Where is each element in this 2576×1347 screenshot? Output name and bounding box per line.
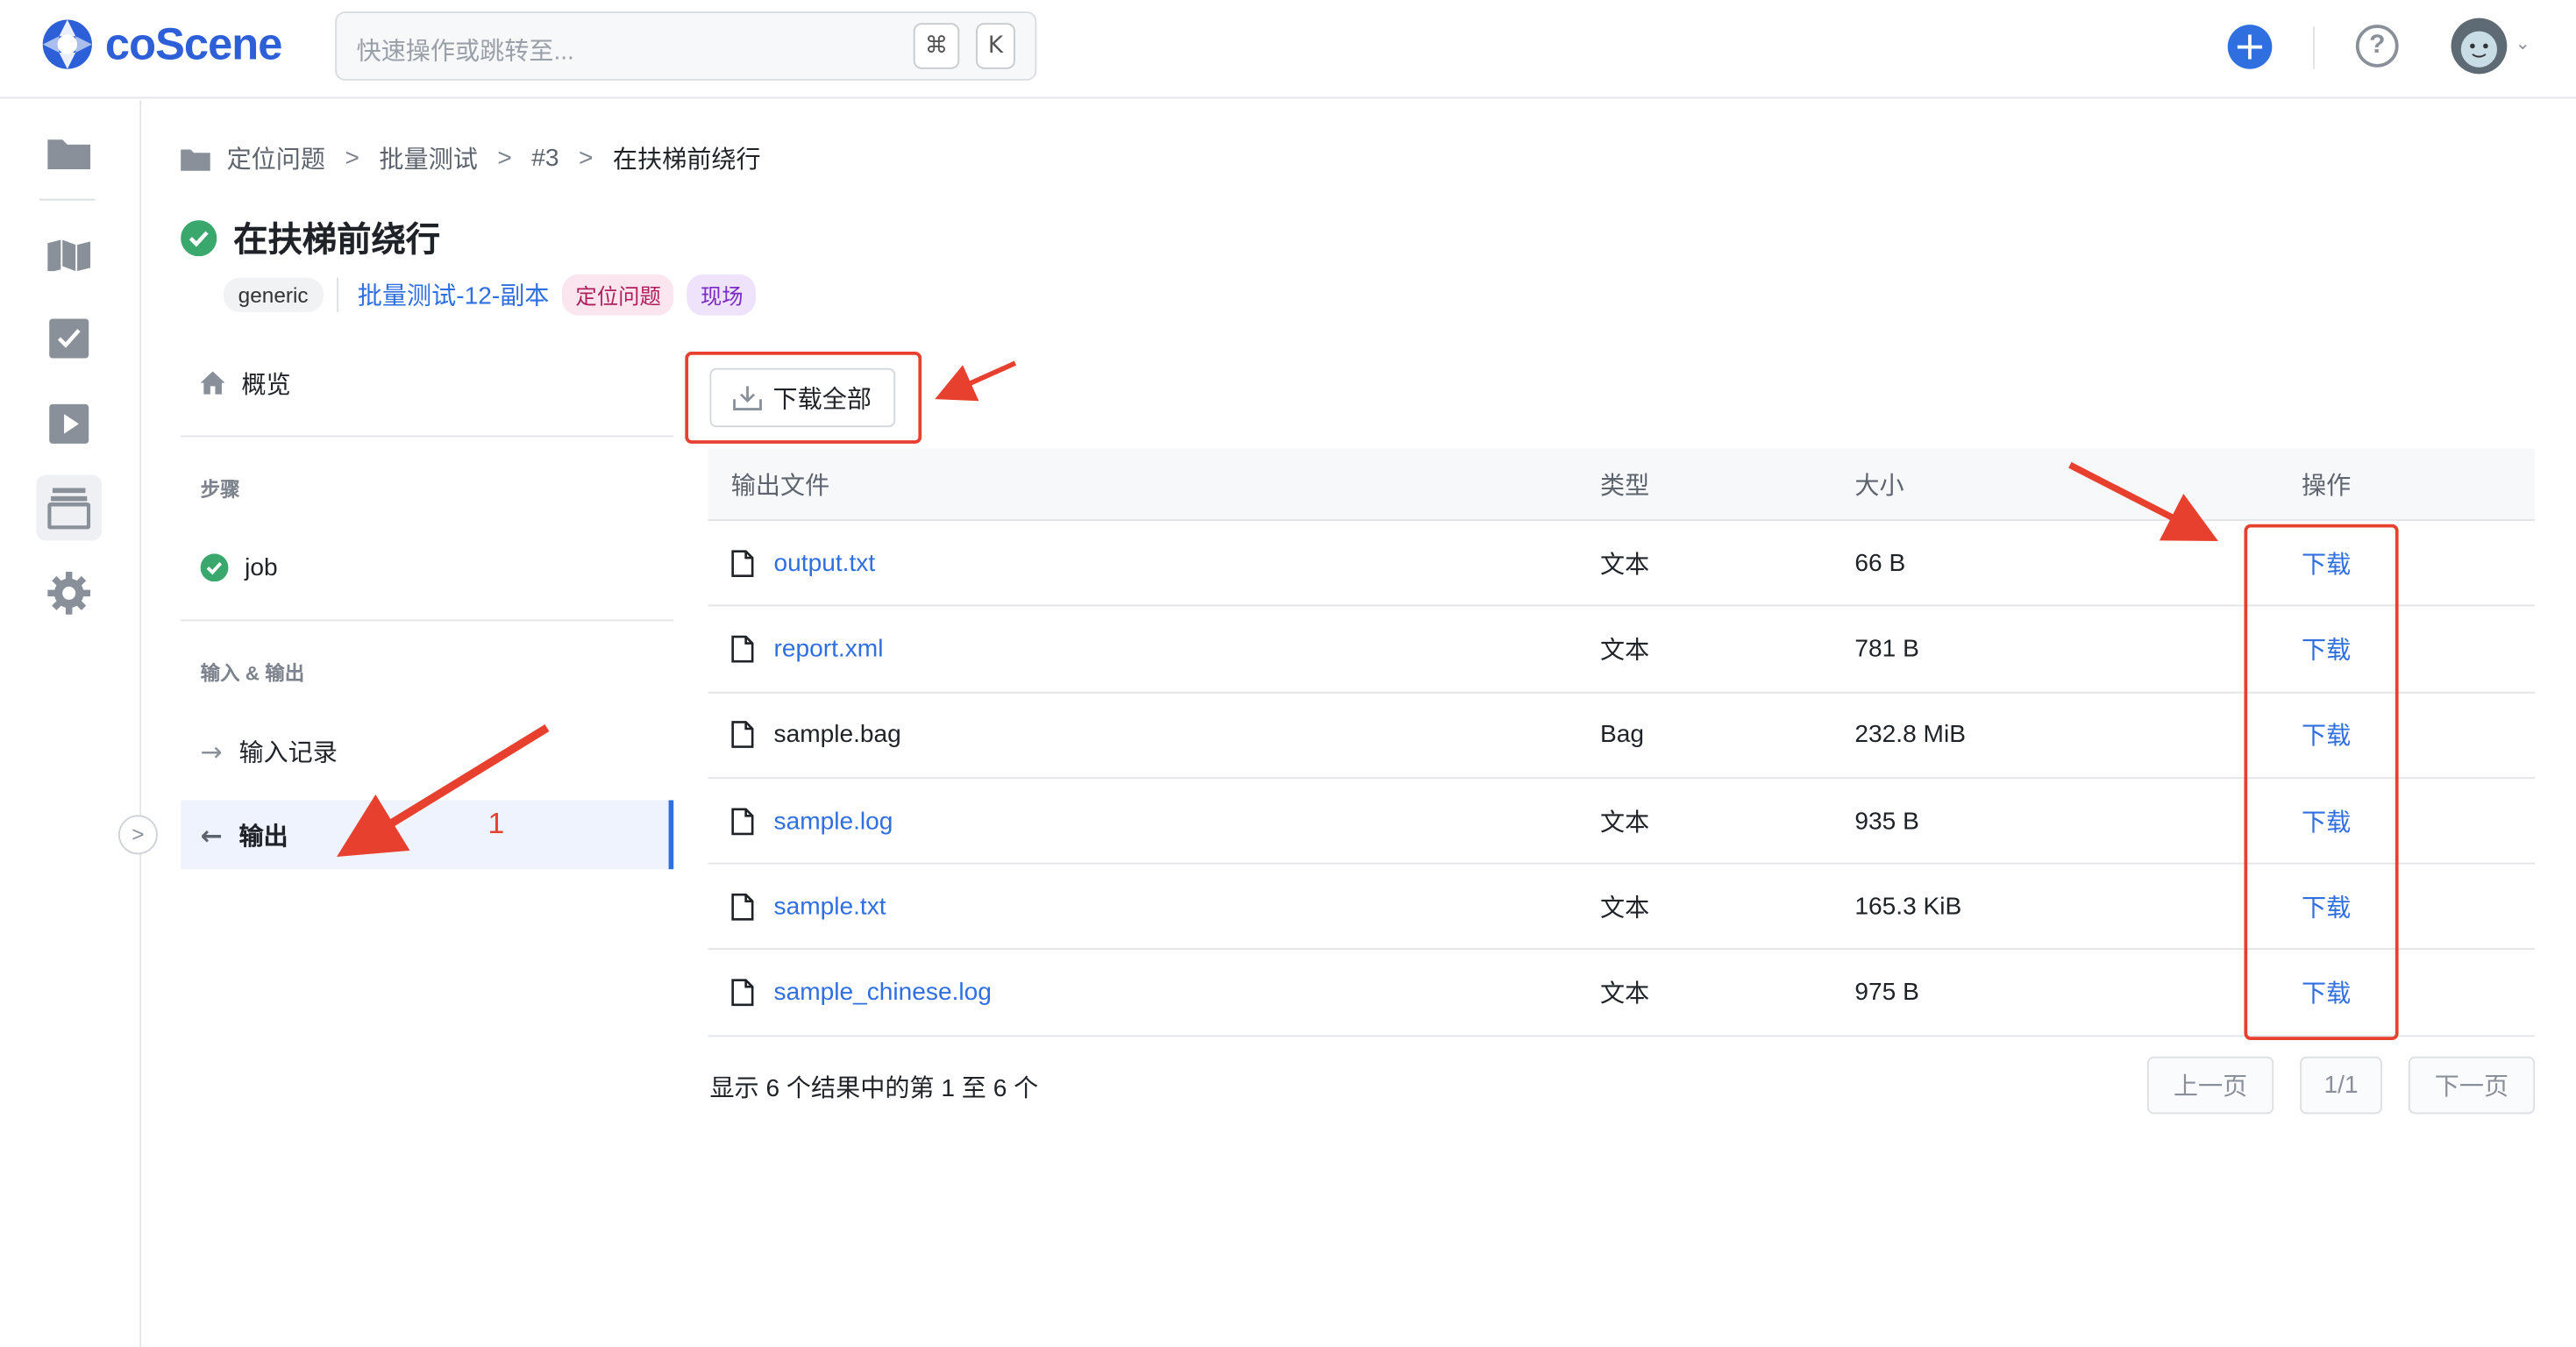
file-type: 文本 <box>1599 808 1650 837</box>
gear-icon[interactable] <box>36 560 102 626</box>
breadcrumb-item-run[interactable]: #3 <box>531 145 559 173</box>
table-header: 输出文件 类型 大小 操作 <box>708 448 2536 521</box>
top-bar: coScene 快速操作或跳转至... ⌘ K + ? ⌄ <box>0 0 2576 99</box>
map-icon[interactable] <box>36 222 102 288</box>
search-placeholder: 快速操作或跳转至... <box>356 38 574 66</box>
column-header: 操作 <box>2302 471 2352 500</box>
prev-page-button[interactable]: 上一页 <box>2146 1056 2274 1115</box>
plus-circle-icon[interactable]: + <box>2227 25 2273 69</box>
breadcrumb-item-batch[interactable]: 批量测试 <box>379 141 477 175</box>
file-size: 935 B <box>1854 807 1919 835</box>
breadcrumb-item-current: 在扶梯前绕行 <box>612 146 761 175</box>
file-type: 文本 <box>1599 980 1650 1008</box>
page-title: 在扶梯前绕行 <box>233 221 441 260</box>
avatar[interactable] <box>2451 18 2508 75</box>
page-indicator: 1/1 <box>2300 1056 2382 1115</box>
file-name[interactable]: sample.txt <box>774 893 886 921</box>
result-summary: 显示 6 个结果中的第 1 至 6 个 <box>709 1074 1039 1103</box>
nav-label: 输出 <box>238 822 288 851</box>
column-header: 大小 <box>1854 471 1904 500</box>
breadcrumb-item-project[interactable]: 定位问题 <box>227 141 325 175</box>
home-icon <box>200 371 225 395</box>
annotation-box <box>685 351 922 444</box>
brand-logo[interactable]: coScene <box>39 17 282 73</box>
annotation-number: 1 <box>487 806 505 840</box>
file-size: 975 B <box>1854 979 1919 1007</box>
file-icon <box>731 635 754 663</box>
annotation-box <box>2244 524 2399 1041</box>
tag-type: generic <box>223 277 324 313</box>
file-icon <box>731 893 754 921</box>
file-icon <box>731 807 754 835</box>
chevron-right-icon: > <box>345 144 359 173</box>
check-circle-icon <box>200 552 229 581</box>
nav-label: job <box>245 552 278 581</box>
record-tags: generic 批量测试-12-副本 定位问题 现场 <box>223 274 757 316</box>
nav-label: 输入记录 <box>238 738 338 767</box>
tag-label[interactable]: 现场 <box>687 274 757 316</box>
file-type: 文本 <box>1599 636 1650 665</box>
nav-item-overview[interactable]: 概览 <box>181 348 673 417</box>
nav-item-job[interactable]: job <box>181 532 673 602</box>
tag-source-link[interactable]: 批量测试-12-副本 <box>336 277 549 313</box>
tag-label[interactable]: 定位问题 <box>562 274 674 316</box>
shortcut-cmd-key: ⌘ <box>913 23 960 69</box>
file-size: 781 B <box>1854 635 1919 663</box>
file-name[interactable]: sample_chinese.log <box>774 979 992 1007</box>
question-circle-icon[interactable]: ? <box>2355 25 2399 68</box>
record-header: 在扶梯前绕行 <box>181 214 440 263</box>
file-name[interactable]: report.xml <box>774 635 884 663</box>
file-size: 232.8 MiB <box>1854 721 1966 749</box>
file-type: Bag <box>1599 721 1645 749</box>
file-icon <box>731 549 754 577</box>
divider <box>181 619 674 622</box>
steps-header: 步骤 <box>200 478 240 502</box>
file-icon <box>731 979 754 1007</box>
task-check-icon[interactable] <box>36 306 102 372</box>
io-header: 输入 & 输出 <box>200 662 305 686</box>
column-header: 类型 <box>1599 471 1650 500</box>
file-type: 文本 <box>1599 894 1650 923</box>
header-divider <box>2313 25 2316 69</box>
divider <box>181 435 674 438</box>
file-name[interactable]: output.txt <box>774 549 876 577</box>
check-circle-icon <box>181 220 217 257</box>
archive-icon[interactable] <box>36 474 103 541</box>
arrow-right-icon: → <box>200 735 223 767</box>
file-type: 文本 <box>1599 550 1650 579</box>
next-page-button[interactable]: 下一页 <box>2408 1056 2536 1115</box>
file-size: 66 B <box>1854 549 1906 577</box>
coscene-logo-icon <box>42 19 92 69</box>
breadcrumb: 定位问题 > 批量测试 > #3 > 在扶梯前绕行 <box>181 141 761 175</box>
search-input[interactable]: 快速操作或跳转至... ⌘ K <box>335 11 1037 81</box>
folder-icon[interactable] <box>36 120 102 186</box>
chevron-right-icon: > <box>579 144 594 173</box>
chevron-right-icon: > <box>497 144 512 173</box>
shortcut-k-key: K <box>975 23 1015 69</box>
collapse-toggle-icon[interactable]: > <box>117 815 158 855</box>
brand-name: coScene <box>104 18 282 68</box>
column-header: 输出文件 <box>730 471 830 500</box>
play-icon[interactable] <box>36 391 102 457</box>
arrow-left-icon: ← <box>200 819 223 851</box>
rail-divider <box>39 198 96 201</box>
file-icon <box>731 721 754 749</box>
nav-label: 概览 <box>241 370 291 399</box>
left-rail: > <box>0 100 158 1347</box>
nav-item-input-records[interactable]: → 输入记录 <box>181 716 673 786</box>
file-name[interactable]: sample.log <box>774 807 893 835</box>
file-size: 165.3 KiB <box>1854 893 1962 921</box>
nav-item-output[interactable]: ← 输出 <box>181 800 674 870</box>
chevron-down-icon[interactable]: ⌄ <box>2516 32 2530 53</box>
folder-icon <box>181 148 210 170</box>
file-name: sample.bag <box>773 721 901 749</box>
